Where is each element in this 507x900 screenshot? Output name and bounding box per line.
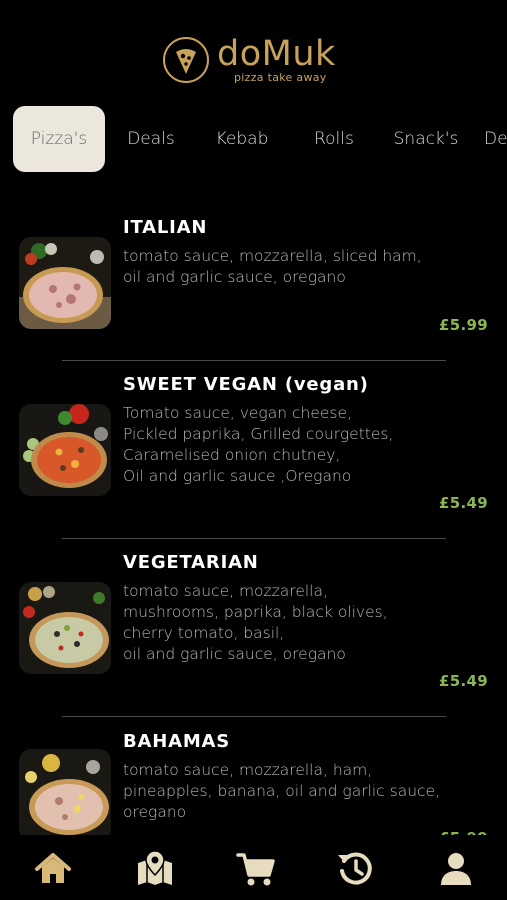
item-price: £5.49 (439, 672, 488, 690)
pizza-image (19, 582, 111, 674)
menu-item[interactable]: VEGETARIAN tomato sauce, mozzarella, mus… (0, 550, 507, 710)
description-line: cherry tomato, basil, (123, 624, 285, 642)
tab-deals[interactable]: Deals (110, 106, 192, 172)
item-description: tomato sauce, mozzarella, mushrooms, pap… (123, 581, 453, 665)
pizza-image (19, 237, 111, 329)
item-price: £5.49 (439, 494, 488, 512)
item-name: VEGETARIAN (123, 552, 259, 573)
brand-logo[interactable]: doMuk pizza take away (162, 34, 347, 86)
description-line: oil and garlic sauce, oregano (123, 268, 346, 286)
tab-kebab[interactable]: Kebab (200, 106, 284, 172)
description-line: tomato sauce, mozzarella, (123, 582, 328, 600)
bottom-navigation (0, 835, 507, 900)
app-header: doMuk pizza take away (0, 0, 507, 100)
cart-icon[interactable] (236, 849, 276, 889)
home-icon[interactable] (33, 849, 73, 889)
pizza-image (19, 749, 111, 841)
item-name: SWEET VEGAN (vegan) (123, 374, 369, 395)
pizza-slice-icon (163, 37, 209, 83)
tab-desserts[interactable]: De (484, 106, 507, 172)
menu-item[interactable]: BAHAMAS tomato sauce, mozzarella, ham, p… (0, 729, 507, 847)
item-price: £5.99 (439, 316, 488, 334)
description-line: Tomato sauce, vegan cheese, (123, 404, 352, 422)
brand-tagline: pizza take away (234, 71, 327, 84)
tab-pizzas[interactable]: Pizza's (13, 106, 105, 172)
item-description: tomato sauce, mozzarella, ham, pineapple… (123, 760, 453, 823)
description-line: oil and garlic sauce, oregano (123, 645, 346, 663)
menu-item[interactable]: ITALIAN tomato sauce, mozzarella, sliced… (0, 215, 507, 355)
item-description: Tomato sauce, vegan cheese, Pickled papr… (123, 403, 453, 487)
divider (62, 360, 446, 361)
item-name: ITALIAN (123, 217, 208, 238)
category-tabs: Pizza's Deals Kebab Rolls Snack's De (0, 105, 507, 175)
history-icon[interactable] (336, 849, 376, 889)
description-line: Oil and garlic sauce ,Oregano (123, 467, 352, 485)
divider (62, 538, 446, 539)
description-line: tomato sauce, mozzarella, sliced ham, (123, 247, 422, 265)
item-name: BAHAMAS (123, 731, 231, 752)
brand-name: doMuk (217, 34, 336, 74)
divider (62, 716, 446, 717)
description-line: oregano (123, 803, 187, 821)
description-line: tomato sauce, mozzarella, ham, (123, 761, 373, 779)
menu-item[interactable]: SWEET VEGAN (vegan) Tomato sauce, vegan … (0, 372, 507, 532)
description-line: pineapples, banana, oil and garlic sauce… (123, 782, 441, 800)
profile-icon[interactable] (436, 849, 476, 889)
pizza-image (19, 404, 111, 496)
tab-rolls[interactable]: Rolls (296, 106, 372, 172)
item-description: tomato sauce, mozzarella, sliced ham, oi… (123, 246, 453, 288)
tab-snacks[interactable]: Snack's (384, 106, 468, 172)
description-line: mushrooms, paprika, black olives, (123, 603, 388, 621)
map-icon[interactable] (135, 849, 175, 889)
description-line: Caramelised onion chutney, (123, 446, 341, 464)
description-line: Pickled paprika, Grilled courgettes, (123, 425, 394, 443)
